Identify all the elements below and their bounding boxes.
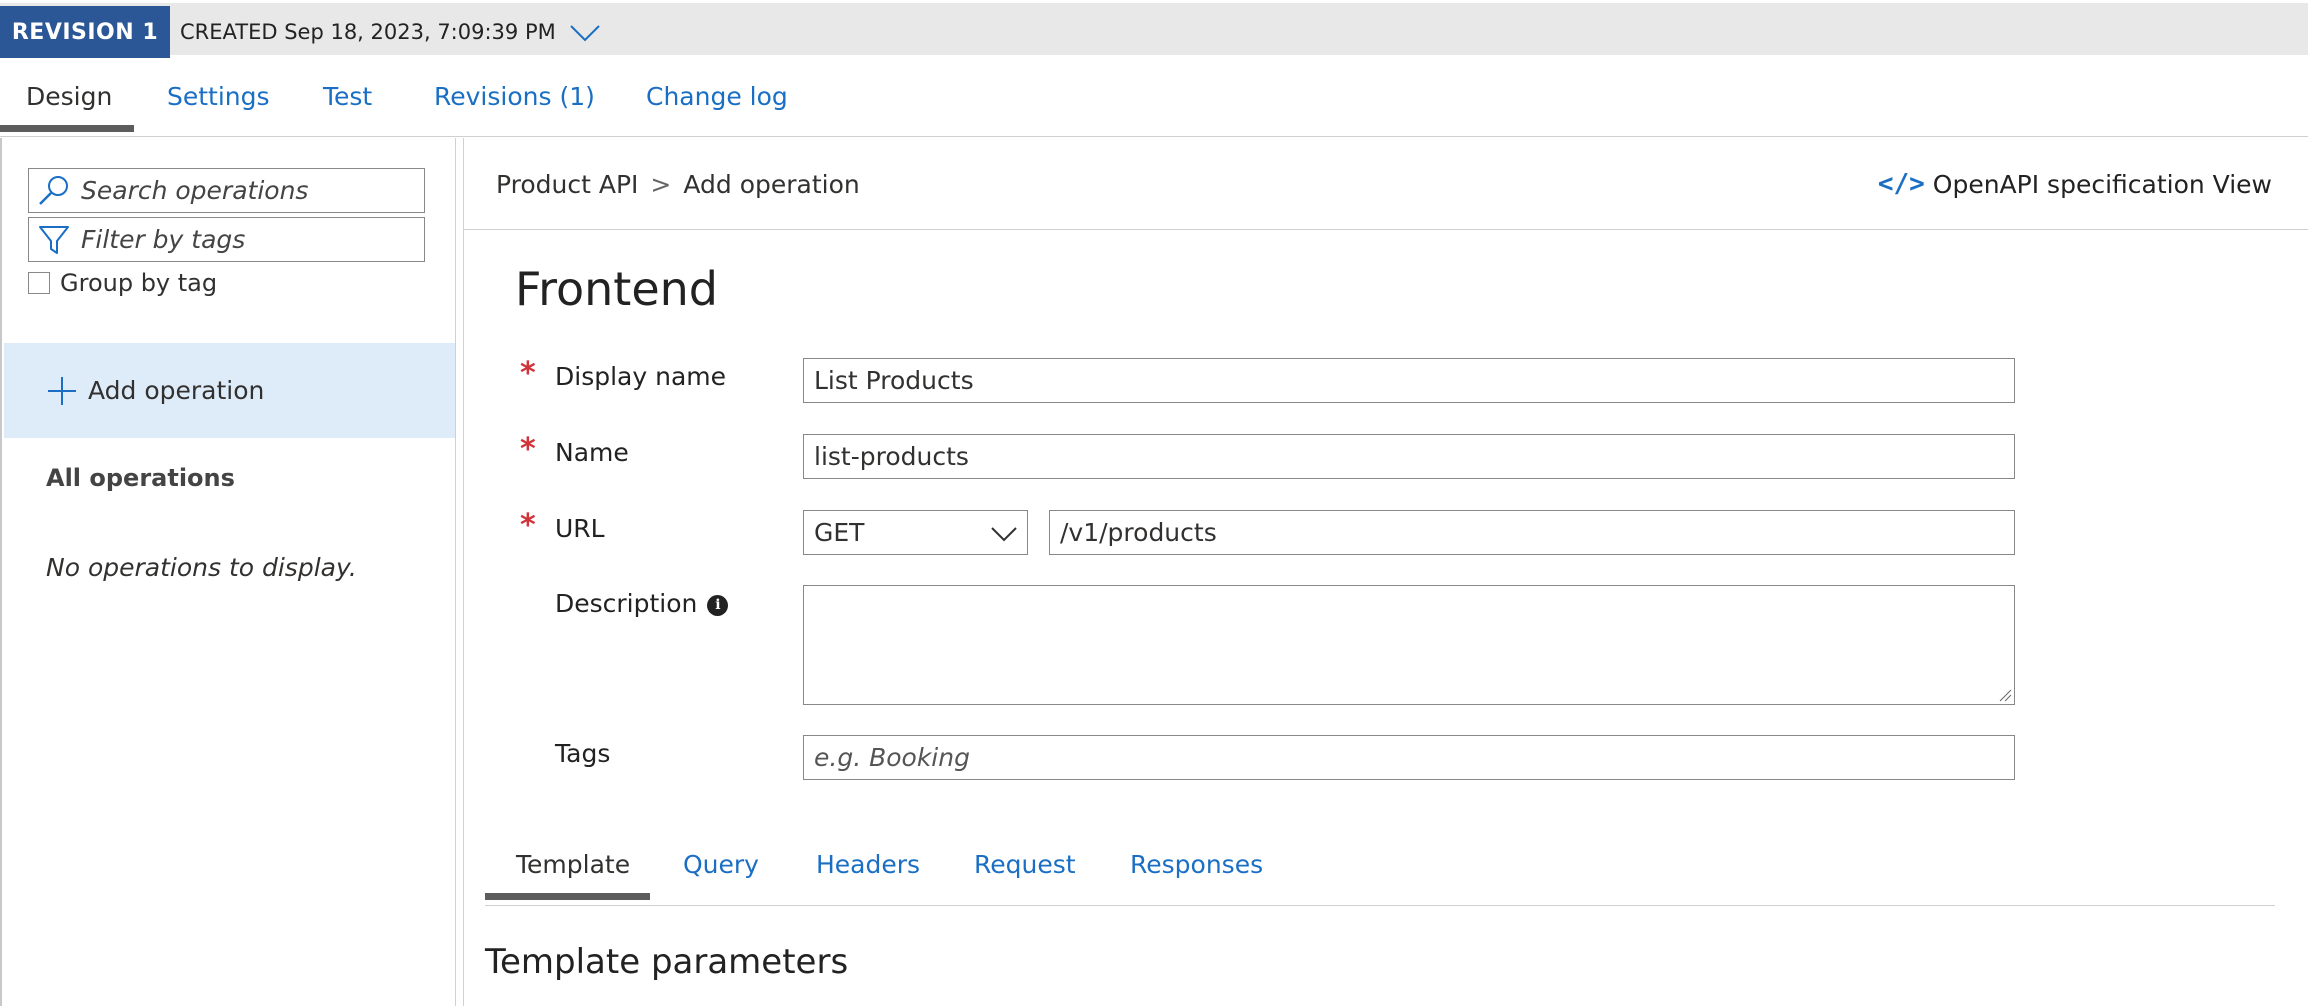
breadcrumb-product-api[interactable]: Product API (496, 170, 638, 199)
group-by-tag-checkbox[interactable] (28, 272, 50, 294)
filter-placeholder: Filter by tags (81, 225, 246, 254)
breadcrumb-separator: > (650, 169, 672, 199)
revision-created-text: CREATED Sep 18, 2023, 7:09:39 PM (180, 20, 556, 44)
name-field[interactable]: list-products (803, 434, 2015, 479)
frontend-heading: Frontend (515, 262, 719, 316)
chevron-down-icon (570, 25, 600, 42)
add-operation-label: Add operation (88, 376, 265, 405)
search-icon (39, 175, 68, 205)
template-parameters-heading: Template parameters (485, 942, 849, 982)
display-name-label: Display name (555, 362, 726, 391)
info-icon[interactable]: i (707, 594, 729, 616)
description-label-row: Description i (555, 589, 729, 618)
tags-label: Tags (555, 739, 611, 768)
tab-query[interactable]: Query (683, 830, 759, 898)
filter-by-tags-input[interactable]: Filter by tags (28, 217, 425, 262)
name-label: Name (555, 438, 629, 467)
top-tab-bar: Design Settings Test Revisions (1) Chang… (0, 55, 2308, 137)
chevron-down-icon (991, 527, 1017, 542)
http-method-value: GET (814, 518, 865, 547)
breadcrumb-bar: Product API > Add operation </> OpenAPI … (464, 138, 2308, 230)
revision-badge: REVISION 1 (0, 6, 170, 58)
search-operations-input[interactable]: Search operations (28, 168, 425, 213)
openapi-specification-view-button[interactable]: </> OpenAPI specification View (1878, 138, 2272, 230)
group-by-tag-row[interactable]: Group by tag (28, 265, 217, 301)
active-sub-tab-indicator (485, 893, 650, 900)
display-name-field[interactable]: List Products (803, 358, 2015, 403)
tab-template[interactable]: Template (516, 830, 630, 898)
tab-test[interactable]: Test (323, 55, 372, 137)
tags-input[interactable]: e.g. Booking (803, 735, 2015, 780)
operation-sub-tabs: Template Query Headers Request Responses (485, 830, 2275, 906)
add-operation-button[interactable]: Add operation (4, 343, 457, 438)
description-textarea[interactable] (803, 585, 2015, 705)
url-path-field[interactable]: /v1/products (1049, 510, 2015, 555)
description-label: Description (555, 589, 698, 618)
filter-icon (39, 225, 69, 254)
group-by-tag-label: Group by tag (60, 269, 218, 297)
plus-icon (48, 376, 76, 405)
tab-headers[interactable]: Headers (816, 830, 920, 898)
revision-bar: REVISION 1 CREATED Sep 18, 2023, 7:09:39… (0, 0, 2308, 58)
code-icon: </> (1877, 169, 1925, 199)
breadcrumb-add-operation: Add operation (683, 169, 860, 199)
tab-settings[interactable]: Settings (167, 55, 270, 137)
all-operations-heading: All operations (46, 464, 235, 492)
revision-created-dropdown[interactable]: CREATED Sep 18, 2023, 7:09:39 PM (180, 6, 602, 58)
tab-revisions[interactable]: Revisions (1) (434, 55, 595, 137)
required-marker: * (520, 432, 536, 467)
openapi-label: OpenAPI specification View (1932, 169, 2272, 199)
tab-request[interactable]: Request (974, 830, 1076, 898)
search-placeholder: Search operations (81, 176, 309, 205)
required-marker: * (520, 356, 536, 391)
required-marker: * (520, 508, 536, 543)
tab-change-log[interactable]: Change log (646, 55, 788, 137)
breadcrumb: Product API > Add operation (496, 138, 860, 230)
resize-handle-icon[interactable] (1998, 688, 2012, 702)
url-label: URL (555, 514, 605, 543)
empty-operations-message: No operations to display. (46, 553, 357, 582)
tab-responses[interactable]: Responses (1130, 830, 1263, 898)
sidebar-splitter[interactable] (455, 138, 464, 1006)
active-tab-indicator (0, 125, 134, 132)
http-method-select[interactable]: GET (803, 510, 1028, 555)
operations-sidebar: Search operations Filter by tags Group b… (0, 138, 457, 1006)
